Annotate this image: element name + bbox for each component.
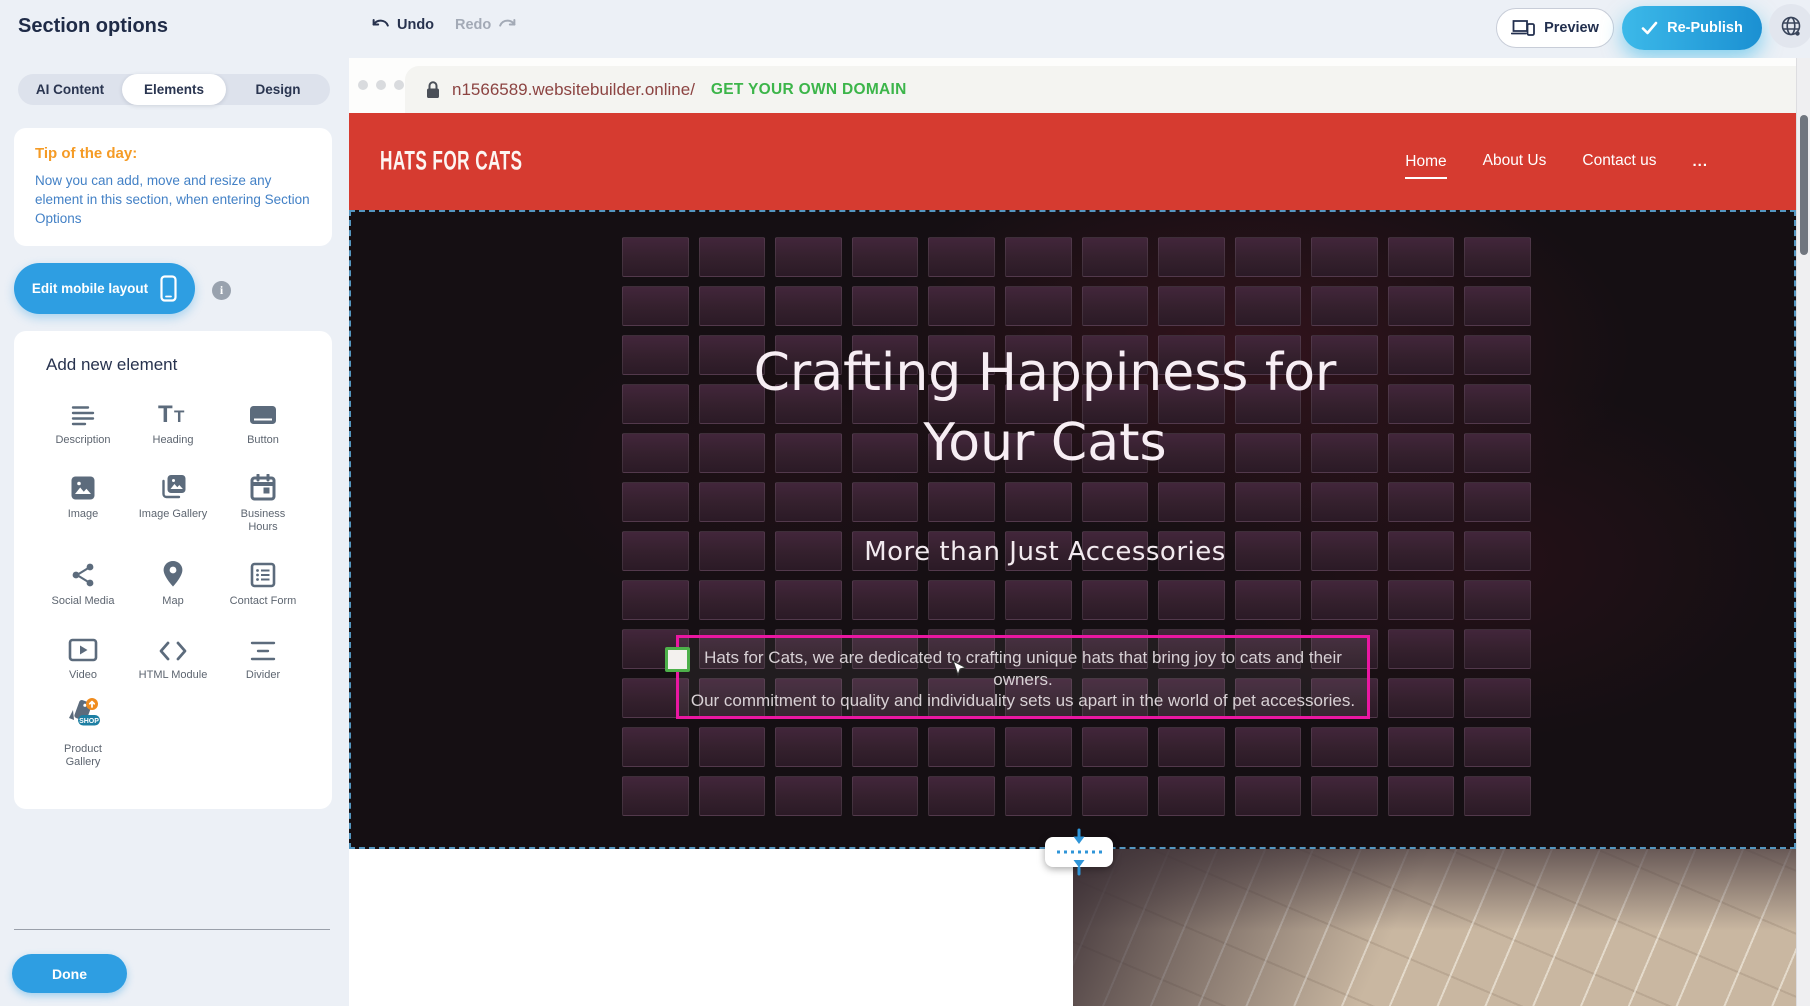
tip-body: Now you can add, move and resize any ele…: [35, 171, 311, 228]
scrollbar-thumb[interactable]: [1800, 115, 1808, 255]
address-bar: n1566589.websitebuilder.online/ GET YOUR…: [405, 66, 1796, 113]
add-new-element-panel: Add new element Description TT Heading B…: [14, 331, 332, 809]
hero-heading: Crafting Happiness for Your Cats: [349, 338, 1741, 478]
nav-more-ellipsis[interactable]: ...: [1692, 153, 1708, 170]
preview-button[interactable]: Preview: [1496, 8, 1614, 48]
republish-button[interactable]: Re-Publish: [1622, 6, 1762, 50]
element-divider[interactable]: Divider: [218, 628, 308, 682]
site-nav: Home About Us Contact us ...: [1405, 113, 1708, 210]
element-html-module[interactable]: HTML Module: [128, 628, 218, 682]
tab-ai-content[interactable]: AI Content: [18, 74, 122, 105]
element-video[interactable]: Video: [38, 628, 128, 682]
product-gallery-icon: SHOP: [63, 702, 103, 736]
button-icon: [248, 393, 278, 427]
element-business-hours[interactable]: Business Hours: [218, 467, 308, 534]
get-domain-link[interactable]: GET YOUR OWN DOMAIN: [711, 81, 907, 99]
redo-label: Redo: [455, 17, 491, 33]
svg-text:T: T: [174, 407, 185, 426]
tip-title: Tip of the day:: [35, 145, 311, 162]
section-height-resize-handle[interactable]: [1045, 837, 1113, 867]
video-icon: [68, 628, 98, 662]
image-icon: [70, 467, 96, 501]
checkmark-icon: [1641, 21, 1658, 35]
preview-label: Preview: [1544, 20, 1599, 36]
devices-icon: [1511, 19, 1535, 37]
hero-paragraph: Hats for Cats, we are dedicated to craft…: [679, 638, 1367, 712]
svg-text:T: T: [158, 401, 173, 427]
element-product-gallery[interactable]: SHOP Product Gallery: [38, 702, 128, 769]
business-hours-icon: [250, 467, 276, 501]
hero-paragraph-line1: Hats for Cats, we are dedicated to craft…: [679, 647, 1367, 690]
site-url[interactable]: n1566589.websitebuilder.online/: [452, 80, 695, 100]
selected-text-element[interactable]: Hats for Cats, we are dedicated to craft…: [676, 635, 1370, 719]
phone-icon: [160, 275, 177, 302]
redo-icon: [498, 15, 518, 35]
image-gallery-icon: [159, 467, 187, 501]
element-resize-handle[interactable]: [665, 647, 690, 672]
element-heading[interactable]: TT Heading: [128, 393, 218, 447]
hero-section[interactable]: Crafting Happiness for Your Cats More th…: [349, 210, 1796, 849]
tab-design[interactable]: Design: [226, 74, 330, 105]
tip-of-the-day-card: Tip of the day: Now you can add, move an…: [14, 128, 332, 246]
language-globe-button[interactable]: [1769, 4, 1810, 48]
add-panel-title: Add new element: [38, 355, 308, 375]
nav-about-us[interactable]: About Us: [1483, 152, 1547, 172]
nav-contact-us[interactable]: Contact us: [1582, 152, 1656, 172]
globe-icon: [1779, 14, 1803, 38]
nav-home[interactable]: Home: [1405, 153, 1446, 179]
done-button[interactable]: Done: [12, 954, 127, 993]
svg-text:SHOP: SHOP: [79, 718, 99, 725]
mouse-cursor: [952, 660, 966, 678]
next-section-left: [349, 849, 1073, 1006]
hero-paragraph-line2: Our commitment to quality and individual…: [679, 690, 1367, 712]
social-media-icon: [70, 554, 96, 588]
element-description[interactable]: Description: [38, 393, 128, 447]
description-icon: [69, 393, 97, 427]
site-header: HATS FOR CATS Home About Us Contact us .…: [349, 113, 1796, 210]
republish-label: Re-Publish: [1667, 20, 1743, 36]
top-toolbar: Section options Undo Redo Preview Re-Pub…: [0, 0, 1810, 58]
undo-icon: [370, 15, 390, 35]
element-image-gallery[interactable]: Image Gallery: [128, 467, 218, 534]
sidebar-tabs: AI Content Elements Design: [18, 74, 330, 105]
lock-icon: [425, 80, 441, 100]
undo-button[interactable]: Undo: [370, 15, 434, 35]
heading-icon: TT: [158, 393, 188, 427]
sidebar-divider: [14, 929, 330, 930]
element-contact-form[interactable]: Contact Form: [218, 554, 308, 608]
map-icon: [162, 554, 184, 588]
preview-scrollbar[interactable]: [1796, 58, 1810, 1006]
edit-mobile-layout-label: Edit mobile layout: [32, 281, 148, 296]
window-control-dots: [358, 80, 404, 90]
info-icon[interactable]: i: [212, 281, 231, 300]
page-title: Section options: [18, 15, 168, 38]
undo-label: Undo: [397, 17, 434, 33]
html-module-icon: [158, 628, 188, 662]
divider-icon: [249, 628, 277, 662]
site-logo[interactable]: HATS FOR CATS: [380, 146, 522, 177]
hero-subheading: More than Just Accessories: [349, 537, 1741, 567]
element-button[interactable]: Button: [218, 393, 308, 447]
element-image[interactable]: Image: [38, 467, 128, 534]
element-map[interactable]: Map: [128, 554, 218, 608]
contact-form-icon: [250, 554, 276, 588]
next-section-floor-image: [1073, 849, 1796, 1006]
edit-mobile-layout-button[interactable]: Edit mobile layout: [14, 263, 195, 314]
hero-heading-line2: Your Cats: [349, 408, 1741, 478]
tile-wall-background: [622, 237, 1531, 816]
hero-heading-line1: Crafting Happiness for: [349, 338, 1741, 408]
redo-button[interactable]: Redo: [455, 15, 518, 35]
element-social-media[interactable]: Social Media: [38, 554, 128, 608]
tab-elements[interactable]: Elements: [122, 74, 226, 105]
element-grid: Description TT Heading Button Image Imag…: [38, 393, 308, 769]
